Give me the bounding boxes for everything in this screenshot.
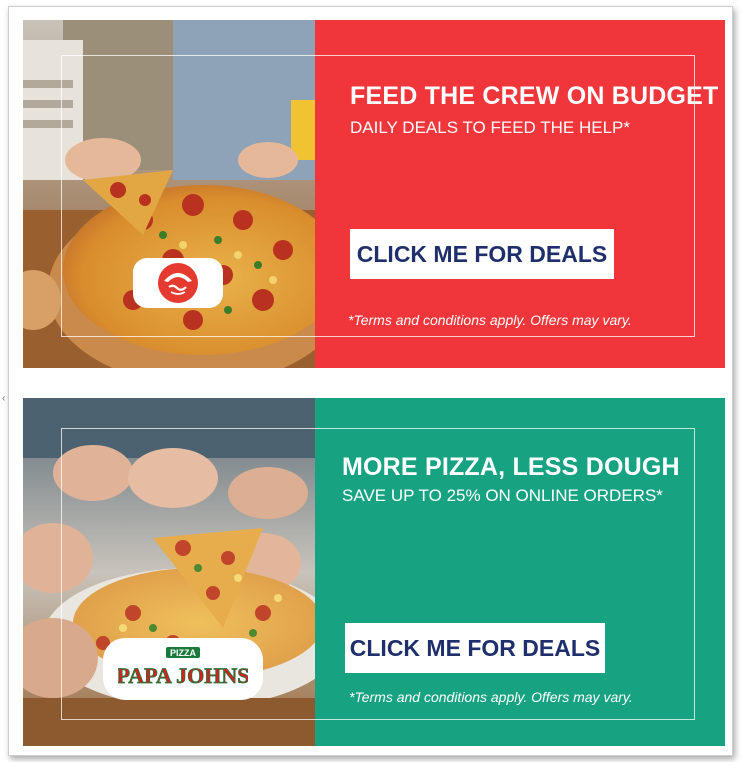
pizza-hut-headline: FEED THE CREW ON BUDGET [350, 82, 719, 110]
papa-johns-deals-button[interactable]: CLICK ME FOR DEALS [345, 623, 605, 673]
pizza-hut-photo [23, 20, 315, 368]
pizza-hut-logo [133, 258, 223, 308]
papa-johns-logo-main-text: PAPA JOHNS [118, 663, 248, 688]
side-marker: ‹ [2, 393, 6, 404]
pizza-hut-ad: FEED THE CREW ON BUDGET DAILY DEALS TO F… [23, 20, 725, 368]
papa-johns-logo: PIZZA PAPA JOHNS [103, 638, 263, 700]
pizza-photo-image [23, 20, 315, 368]
pizza-hut-subline: DAILY DEALS TO FEED THE HELP* [350, 118, 630, 137]
papa-johns-terms: *Terms and conditions apply. Offers may … [349, 689, 633, 705]
papa-johns-subline: SAVE UP TO 25% ON ONLINE ORDERS* [342, 486, 663, 505]
papa-johns-logo-small-text: PIZZA [170, 648, 196, 658]
papa-johns-logo-icon: PIZZA PAPA JOHNS [118, 647, 248, 688]
papa-johns-ad: PIZZA PAPA JOHNS MORE PIZZA, LESS DOUGH … [23, 398, 725, 746]
pizza-hut-logo-icon [158, 263, 198, 303]
pizza-hut-terms: *Terms and conditions apply. Offers may … [348, 312, 632, 328]
papa-johns-headline: MORE PIZZA, LESS DOUGH [342, 453, 680, 481]
pizza-hut-deals-button[interactable]: CLICK ME FOR DEALS [350, 229, 614, 279]
